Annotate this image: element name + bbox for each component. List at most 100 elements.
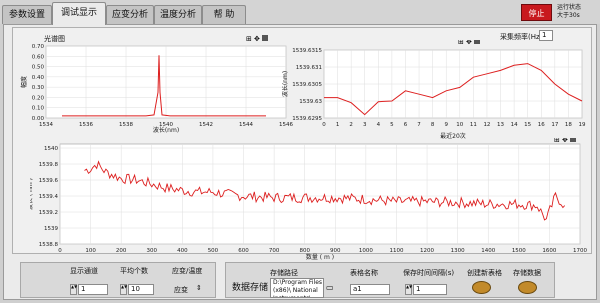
recent-ytick-label: 1539.63 [299, 99, 322, 105]
tab-temperature-analysis[interactable]: 温度分析 [154, 5, 202, 24]
tab-bar: 参数设置 调试显示 应变分析 温度分析 帮 助 停止 运行状态 大于30s [0, 0, 600, 25]
spectrum-y-axis-label: 幅度 [20, 76, 28, 88]
recent-xtick-label: 3 [363, 122, 367, 128]
recent-zoom-icon: ⊞ [458, 40, 464, 46]
mode-dropdown-icon[interactable]: ⇕ [196, 284, 202, 292]
recent-xtick-label: 19 [579, 122, 586, 128]
mode-value[interactable]: 应变 [174, 285, 188, 295]
recent-xtick-label: 12 [483, 122, 490, 128]
distance-x-axis-label: 数量 ( m ) [306, 253, 334, 260]
distance-xtick-label: 700 [269, 248, 280, 254]
distance-xtick-label: 100 [85, 248, 96, 254]
recent-xtick-label: 5 [390, 122, 394, 128]
recent-ytick-label: 1539.6305 [292, 82, 322, 88]
distance-ytick-label: 1539 [44, 226, 58, 232]
recent-ytick-label: 1539.6295 [292, 116, 322, 122]
tab-debug-display[interactable]: 调试显示 [52, 2, 106, 25]
distance-xtick-label: 200 [116, 248, 127, 254]
distance-xtick-label: 300 [147, 248, 158, 254]
distance-pan-icon: ✥ [562, 138, 568, 144]
distance-xtick-label: 0 [58, 248, 62, 254]
distance-xtick-label: 1100 [389, 248, 403, 254]
distance-ytick-label: 1539.4 [39, 194, 59, 200]
spectrum-ytick-label: 0.50 [32, 65, 45, 71]
recent-xtick-label: 17 [551, 122, 558, 128]
path-label: 存储路径 [270, 269, 298, 277]
interval-label: 保存时间间隔(s) [403, 269, 455, 277]
mode-label: 应变/温度 [172, 267, 203, 275]
channel-label: 显示通道 [70, 267, 98, 275]
distance-xtick-label: 1500 [512, 248, 526, 254]
run-status-text: 运行状态 大于30s [557, 4, 582, 19]
distance-xtick-label: 1300 [451, 248, 465, 254]
save-data-button[interactable] [518, 281, 537, 294]
tab-strain-analysis[interactable]: 应变分析 [106, 5, 154, 24]
avg-label: 平均个数 [120, 267, 148, 275]
recent-xtick-label: 0 [322, 122, 326, 128]
recent-xtick-label: 13 [497, 122, 504, 128]
spectrum-x-axis-label: 波长(nm) [153, 126, 179, 134]
recent-xtick-label: 2 [349, 122, 353, 128]
spectrum-zoom-icon: ⊞ [246, 35, 252, 43]
distance-xtick-label: 1000 [359, 248, 373, 254]
recent-xtick-label: 6 [404, 122, 408, 128]
spectrum-ytick-label: 0.10 [32, 106, 45, 112]
recent-xtick-label: 11 [470, 122, 477, 128]
avg-stepper[interactable]: ▲▼ [120, 284, 127, 295]
distance-xtick-label: 1200 [420, 248, 434, 254]
spectrum-cursor-icon [262, 35, 268, 41]
avg-field[interactable]: 10 [128, 284, 154, 295]
spectrum-ytick-label: 0.60 [32, 54, 45, 60]
distance-cursor-icon [570, 138, 576, 142]
spectrum-pan-icon: ✥ [254, 35, 260, 43]
tab-params[interactable]: 参数设置 [2, 5, 52, 24]
recent-y-axis-label: 波长(nm) [282, 71, 289, 97]
recent-ytick-label: 1539.6315 [292, 48, 322, 54]
recent-pan-icon: ✥ [466, 40, 472, 46]
recent-xtick-label: 9 [444, 122, 448, 128]
recent-xtick-label: 16 [538, 122, 545, 128]
distance-xtick-label: 500 [208, 248, 219, 254]
spectrum-xtick-label: 1536 [79, 122, 93, 128]
recent-xtick-label: 18 [565, 122, 572, 128]
tab-help[interactable]: 帮 助 [202, 5, 246, 24]
recent-xtick-label: 7 [417, 122, 421, 128]
distance-ytick-label: 1540 [44, 146, 58, 152]
recent-chart: 0 1 2 3 4 5 6 7 8 9 10 11 12 13 14 15 16 17 18 191539.63151… [282, 40, 586, 140]
spectrum-ytick-label: 0.30 [32, 85, 45, 91]
recent-xtick-label: 4 [377, 122, 381, 128]
interval-stepper[interactable]: ▲▼ [405, 284, 412, 295]
distance-xtick-label: 1700 [573, 248, 587, 254]
spectrum-xtick-label: 1538 [119, 122, 133, 128]
recent-xtick-label: 14 [511, 122, 518, 128]
spectrum-xtick-label: 1544 [239, 122, 253, 128]
distance-xtick-label: 1400 [481, 248, 495, 254]
storage-title: 数据存储 [232, 283, 269, 293]
distance-xtick-label: 600 [238, 248, 249, 254]
channel-stepper[interactable]: ▲▼ [70, 284, 77, 295]
spectrum-ytick-label: 0.70 [32, 44, 45, 50]
recent-xtick-label: 15 [524, 122, 531, 128]
folder-icon[interactable]: ▭ [326, 283, 334, 292]
spectrum-xtick-label: 1534 [39, 122, 53, 128]
spectrum-xtick-label: 1542 [199, 122, 213, 128]
distance-ytick-label: 1539.8 [39, 162, 59, 168]
recent-xtick-label: 10 [456, 122, 463, 128]
spectrum-ytick-label: 0.40 [32, 75, 45, 81]
create-table-label: 创建新表格 [467, 269, 502, 277]
distance-ytick-label: 1538.8 [39, 242, 59, 248]
table-label: 表格名称 [350, 269, 378, 277]
table-field[interactable]: a1 [350, 284, 390, 295]
interval-field[interactable]: 1 [413, 284, 447, 295]
channel-field[interactable]: 1 [78, 284, 108, 295]
create-table-button[interactable] [472, 281, 491, 294]
spectrum-ytick-label: 0.20 [32, 95, 45, 101]
distance-ytick-label: 1539.2 [39, 210, 58, 216]
distance-zoom-icon: ⊞ [554, 138, 560, 144]
save-data-label: 存储数据 [513, 269, 541, 277]
distance-y-axis-label: 波长 ( nm ) [30, 178, 34, 210]
path-field[interactable]: D:\Program Files (x86)\ National Instrum… [270, 278, 324, 298]
distance-xtick-label: 400 [177, 248, 188, 254]
recent-ytick-label: 1539.631 [296, 65, 322, 71]
stop-button[interactable]: 停止 [521, 4, 552, 21]
